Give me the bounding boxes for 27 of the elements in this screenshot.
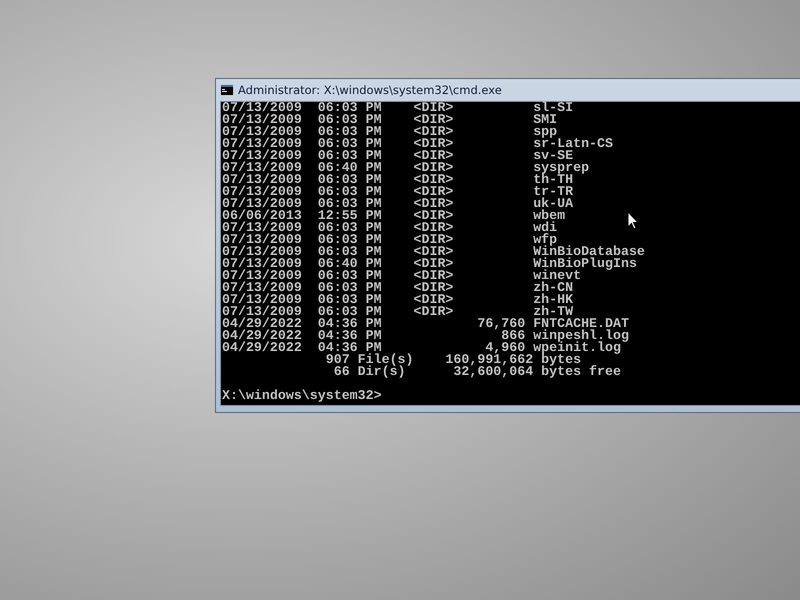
console-line: 07/13/2009 06:03 PM <DIR> spp [222, 126, 558, 138]
console-line: 07/13/2009 06:03 PM <DIR> winevt [222, 270, 582, 282]
console-line: 07/13/2009 06:03 PM <DIR> sv-SE [222, 150, 574, 162]
console-line: 07/13/2009 06:03 PM <DIR> SMI [222, 114, 558, 126]
mouse-pointer-icon [627, 211, 639, 230]
console-line: 07/13/2009 06:03 PM <DIR> zh-HK [222, 294, 574, 306]
console-line: 07/13/2009 06:03 PM <DIR> sr-Latn-CS [222, 138, 613, 150]
console-line: 06/06/2013 12:55 PM <DIR> wbem [222, 210, 566, 222]
console-line: 07/13/2009 06:40 PM <DIR> WinBioPlugIns [222, 258, 637, 270]
console-icon [220, 84, 234, 96]
console-line: 07/13/2009 06:40 PM <DIR> sysprep [222, 162, 590, 174]
console-line: 07/13/2009 06:03 PM <DIR> tr-TR [222, 186, 574, 198]
command-prompt[interactable]: X:\windows\system32> [222, 390, 382, 402]
console-line: 04/29/2022 04:36 PM 76,760 FNTCACHE.DAT [222, 318, 629, 330]
console-line: 66 Dir(s) 32,600,064 bytes free [332, 366, 621, 378]
console-line: 07/13/2009 06:03 PM <DIR> sl-SI [222, 102, 574, 114]
console-line: 07/13/2009 06:03 PM <DIR> zh-CN [222, 282, 574, 294]
console-line: 07/13/2009 06:03 PM <DIR> uk-UA [222, 198, 574, 210]
console-line: 07/13/2009 06:03 PM <DIR> th-TH [222, 174, 574, 186]
console-line: 04/29/2022 04:36 PM 866 winpeshl.log [222, 330, 629, 342]
console-line: 07/13/2009 06:03 PM <DIR> wdi [222, 222, 558, 234]
console-line: 07/13/2009 06:03 PM <DIR> zh-TW [222, 306, 574, 318]
console-line: 907 File(s) 160,991,662 bytes [324, 354, 582, 366]
window-title: Administrator: X:\windows\system32\cmd.exe [238, 83, 502, 97]
console-line: 04/29/2022 04:36 PM 4,960 wpeinit.log [222, 342, 621, 354]
console-line: 07/13/2009 06:03 PM <DIR> wfp [222, 234, 558, 246]
console-line: 07/13/2009 06:03 PM <DIR> WinBioDatabase [222, 246, 645, 258]
